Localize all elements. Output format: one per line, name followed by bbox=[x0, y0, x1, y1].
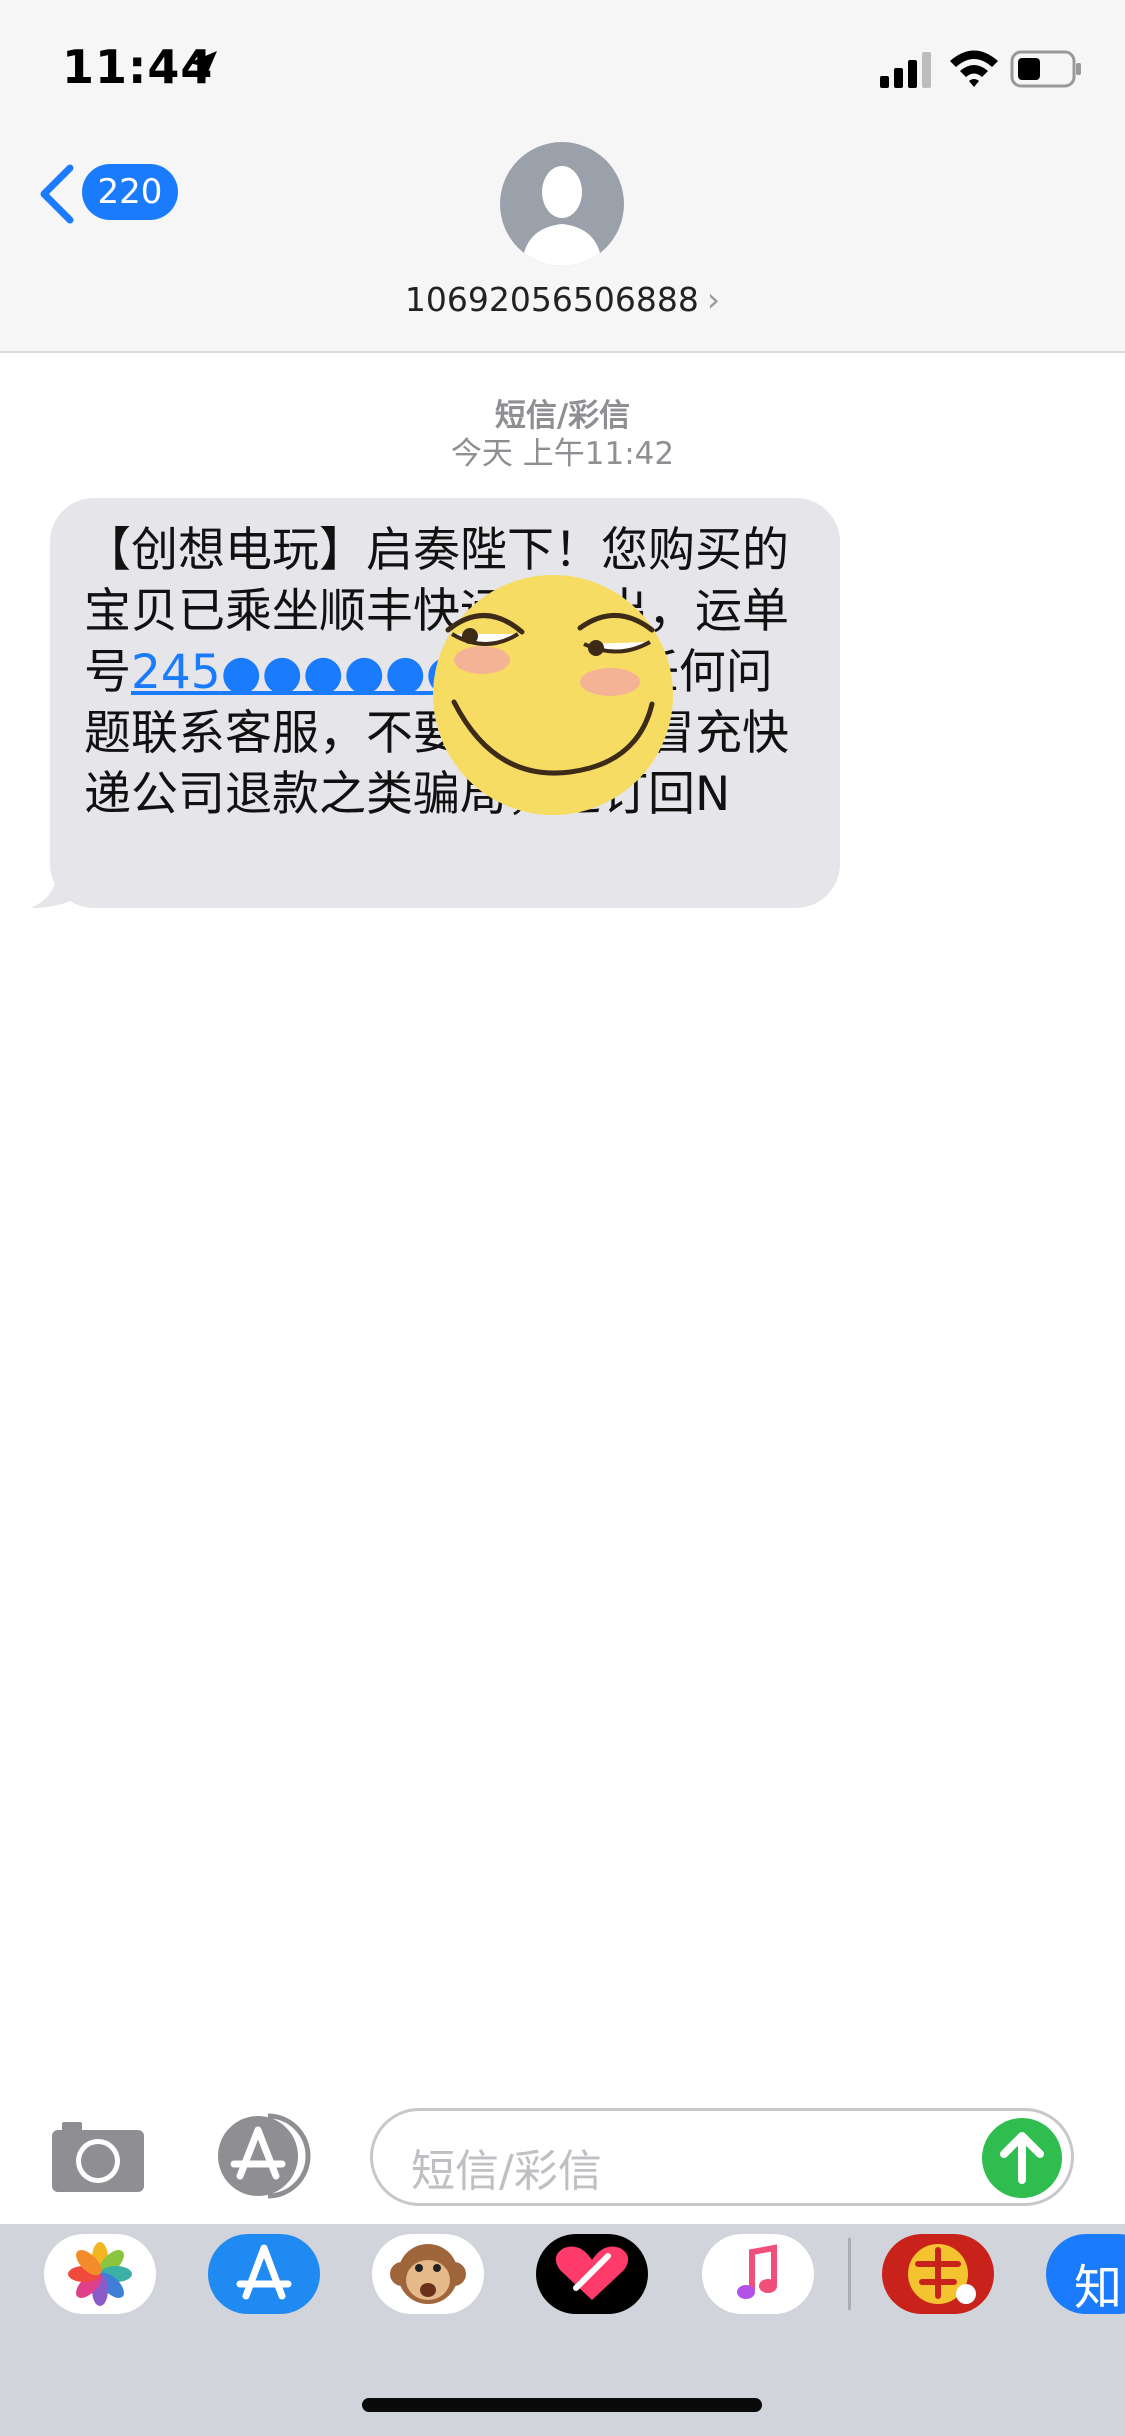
chevron-right-icon: › bbox=[706, 280, 721, 319]
smirk-emoji-sticker-icon bbox=[433, 575, 673, 815]
music-icon[interactable] bbox=[702, 2234, 814, 2314]
home-indicator[interactable] bbox=[362, 2398, 762, 2412]
person-silhouette-icon bbox=[522, 166, 602, 266]
navigation-header: 11:44 220 10692056506888 › bbox=[0, 0, 1125, 353]
app-store-toggle-icon[interactable] bbox=[210, 2112, 318, 2200]
photos-icon[interactable] bbox=[44, 2234, 156, 2314]
drawer-divider bbox=[848, 2238, 851, 2310]
cellular-signal-icon bbox=[880, 52, 931, 88]
contact-number: 10692056506888 bbox=[404, 280, 699, 319]
message-input[interactable]: 短信/彩信 bbox=[370, 2108, 1074, 2206]
arrow-up-icon bbox=[1000, 2132, 1044, 2184]
back-unread-badge[interactable]: 220 bbox=[82, 164, 178, 220]
message-timestamp: 今天 上午11:42 bbox=[450, 436, 675, 472]
contact-avatar[interactable] bbox=[500, 142, 624, 266]
animoji-monkey-icon[interactable] bbox=[372, 2234, 484, 2314]
camera-icon[interactable] bbox=[50, 2118, 146, 2194]
sticker-app-icon[interactable] bbox=[882, 2234, 994, 2314]
app-store-icon[interactable] bbox=[208, 2234, 320, 2314]
contact-name[interactable]: 10692056506888 › bbox=[0, 280, 1125, 319]
zhihu-icon[interactable]: 知 bbox=[1046, 2234, 1125, 2314]
battery-icon bbox=[1010, 50, 1081, 88]
wifi-icon bbox=[950, 50, 998, 87]
location-arrow-icon bbox=[189, 51, 217, 79]
input-placeholder: 短信/彩信 bbox=[411, 2146, 602, 2197]
zhihu-icon-char: 知 bbox=[1074, 2260, 1123, 2314]
digital-touch-icon[interactable] bbox=[536, 2234, 648, 2314]
back-chevron-icon[interactable] bbox=[34, 162, 78, 226]
send-button[interactable] bbox=[982, 2118, 1062, 2198]
